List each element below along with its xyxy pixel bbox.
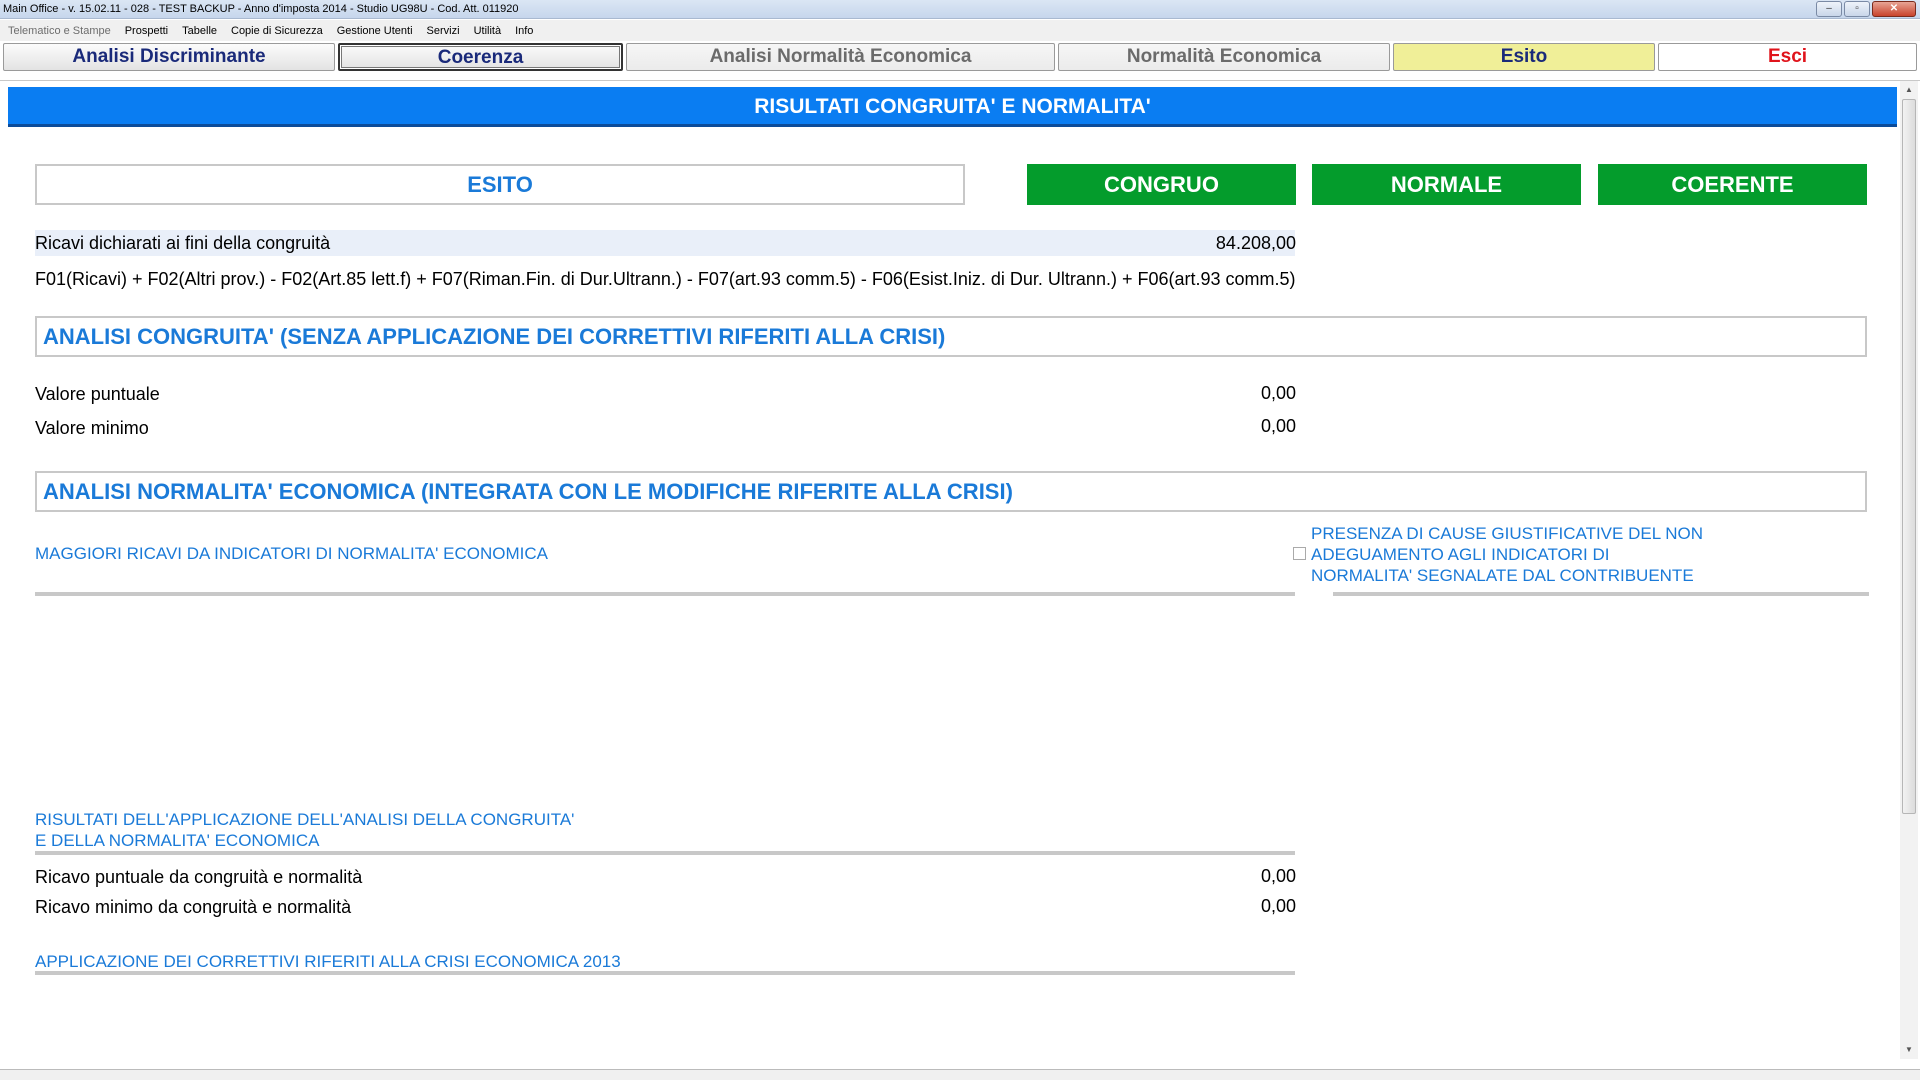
valore-minimo-value: 0,00 <box>1260 416 1296 436</box>
ricavi-label: Ricavi dichiarati ai fini della congruit… <box>35 233 331 253</box>
congruita-section-title: ANALISI CONGRUITA' (SENZA APPLICAZIONE D… <box>35 316 1867 357</box>
menu-info[interactable]: Info <box>515 25 533 37</box>
normalita-section-title: ANALISI NORMALITA' ECONOMICA (INTEGRATA … <box>35 471 1867 512</box>
risultati-heading-line-1: RISULTATI DELL'APPLICAZIONE DELL'ANALISI… <box>35 810 575 829</box>
divider <box>35 592 1295 596</box>
menu-copie-sicurezza[interactable]: Copie di Sicurezza <box>231 25 323 37</box>
close-button[interactable]: ✕ <box>1872 1 1916 17</box>
window-controls: – ▫ ✕ <box>1816 1 1916 17</box>
congruo-badge: CONGRUO <box>1027 164 1296 205</box>
analisi-discriminante-button[interactable]: Analisi Discriminante <box>3 43 335 71</box>
menu-prospetti[interactable]: Prospetti <box>125 25 168 37</box>
menu-servizi[interactable]: Servizi <box>427 25 460 37</box>
main-toolbar: Analisi Discriminante Coerenza Analisi N… <box>0 43 1920 73</box>
risultati-heading-line-2: E DELLA NORMALITA' ECONOMICA <box>35 831 320 850</box>
menu-gestione-utenti[interactable]: Gestione Utenti <box>337 25 413 37</box>
page-title: RISULTATI CONGRUITA' E NORMALITA' <box>8 87 1897 127</box>
normalita-economica-button[interactable]: Normalità Economica <box>1058 43 1390 71</box>
correttivi-heading: APPLICAZIONE DEI CORRETTIVI RIFERITI ALL… <box>35 952 621 971</box>
divider <box>35 851 1295 855</box>
scroll-thumb[interactable] <box>1902 99 1916 814</box>
minimize-button[interactable]: – <box>1816 1 1842 17</box>
ricavo-minimo-label: Ricavo minimo da congruità e normalità <box>35 897 352 917</box>
normale-badge: NORMALE <box>1312 164 1581 205</box>
cause-giustificative-label: PRESENZA DI CAUSE GIUSTIFICATIVE DEL NON… <box>1311 523 1703 586</box>
ricavo-minimo-value: 0,00 <box>1260 896 1296 916</box>
cause-giustificative-checkbox[interactable] <box>1293 547 1306 560</box>
ricavi-formula: F01(Ricavi) + F02(Altri prov.) - F02(Art… <box>35 269 1296 289</box>
menu-utilita[interactable]: Utilità <box>474 25 502 37</box>
title-bar: Main Office - v. 15.02.11 - 028 - TEST B… <box>0 0 1920 19</box>
status-bar <box>0 1069 1920 1080</box>
window-title: Main Office - v. 15.02.11 - 028 - TEST B… <box>3 3 519 15</box>
ricavo-puntuale-label: Ricavo puntuale da congruità e normalità <box>35 867 363 887</box>
coerenza-button[interactable]: Coerenza <box>338 43 623 71</box>
menu-telematico[interactable]: Telematico e Stampe <box>8 25 111 37</box>
analisi-normalita-button[interactable]: Analisi Normalità Economica <box>626 43 1055 71</box>
vertical-scrollbar[interactable]: ▲ ▼ <box>1900 81 1918 1059</box>
valore-minimo-label: Valore minimo <box>35 418 149 438</box>
cause-line-3: NORMALITA' SEGNALATE DAL CONTRIBUENTE <box>1311 566 1694 585</box>
scroll-up-icon[interactable]: ▲ <box>1900 83 1918 97</box>
risultati-heading: RISULTATI DELL'APPLICAZIONE DELL'ANALISI… <box>35 809 574 851</box>
cause-line-1: PRESENZA DI CAUSE GIUSTIFICATIVE DEL NON <box>1311 524 1704 543</box>
scroll-down-icon[interactable]: ▼ <box>1900 1043 1918 1057</box>
esito-label: ESITO <box>35 164 965 205</box>
ricavo-puntuale-value: 0,00 <box>1260 866 1296 886</box>
esito-button[interactable]: Esito <box>1393 43 1655 71</box>
cause-line-2: ADEGUAMENTO AGLI INDICATORI DI <box>1311 545 1610 564</box>
ricavi-value: 84.208,00 <box>1215 233 1296 253</box>
coerente-badge: COERENTE <box>1598 164 1867 205</box>
maximize-button[interactable]: ▫ <box>1844 1 1870 17</box>
valore-puntuale-label: Valore puntuale <box>35 384 160 404</box>
valore-puntuale-value: 0,00 <box>1260 383 1296 403</box>
maggiori-ricavi-heading: MAGGIORI RICAVI DA INDICATORI DI NORMALI… <box>35 544 548 563</box>
esci-button[interactable]: Esci <box>1658 43 1917 71</box>
divider <box>1333 592 1869 596</box>
menu-bar: Telematico e Stampe Prospetti Tabelle Co… <box>0 20 1920 41</box>
divider <box>35 971 1295 975</box>
menu-tabelle[interactable]: Tabelle <box>182 25 217 37</box>
